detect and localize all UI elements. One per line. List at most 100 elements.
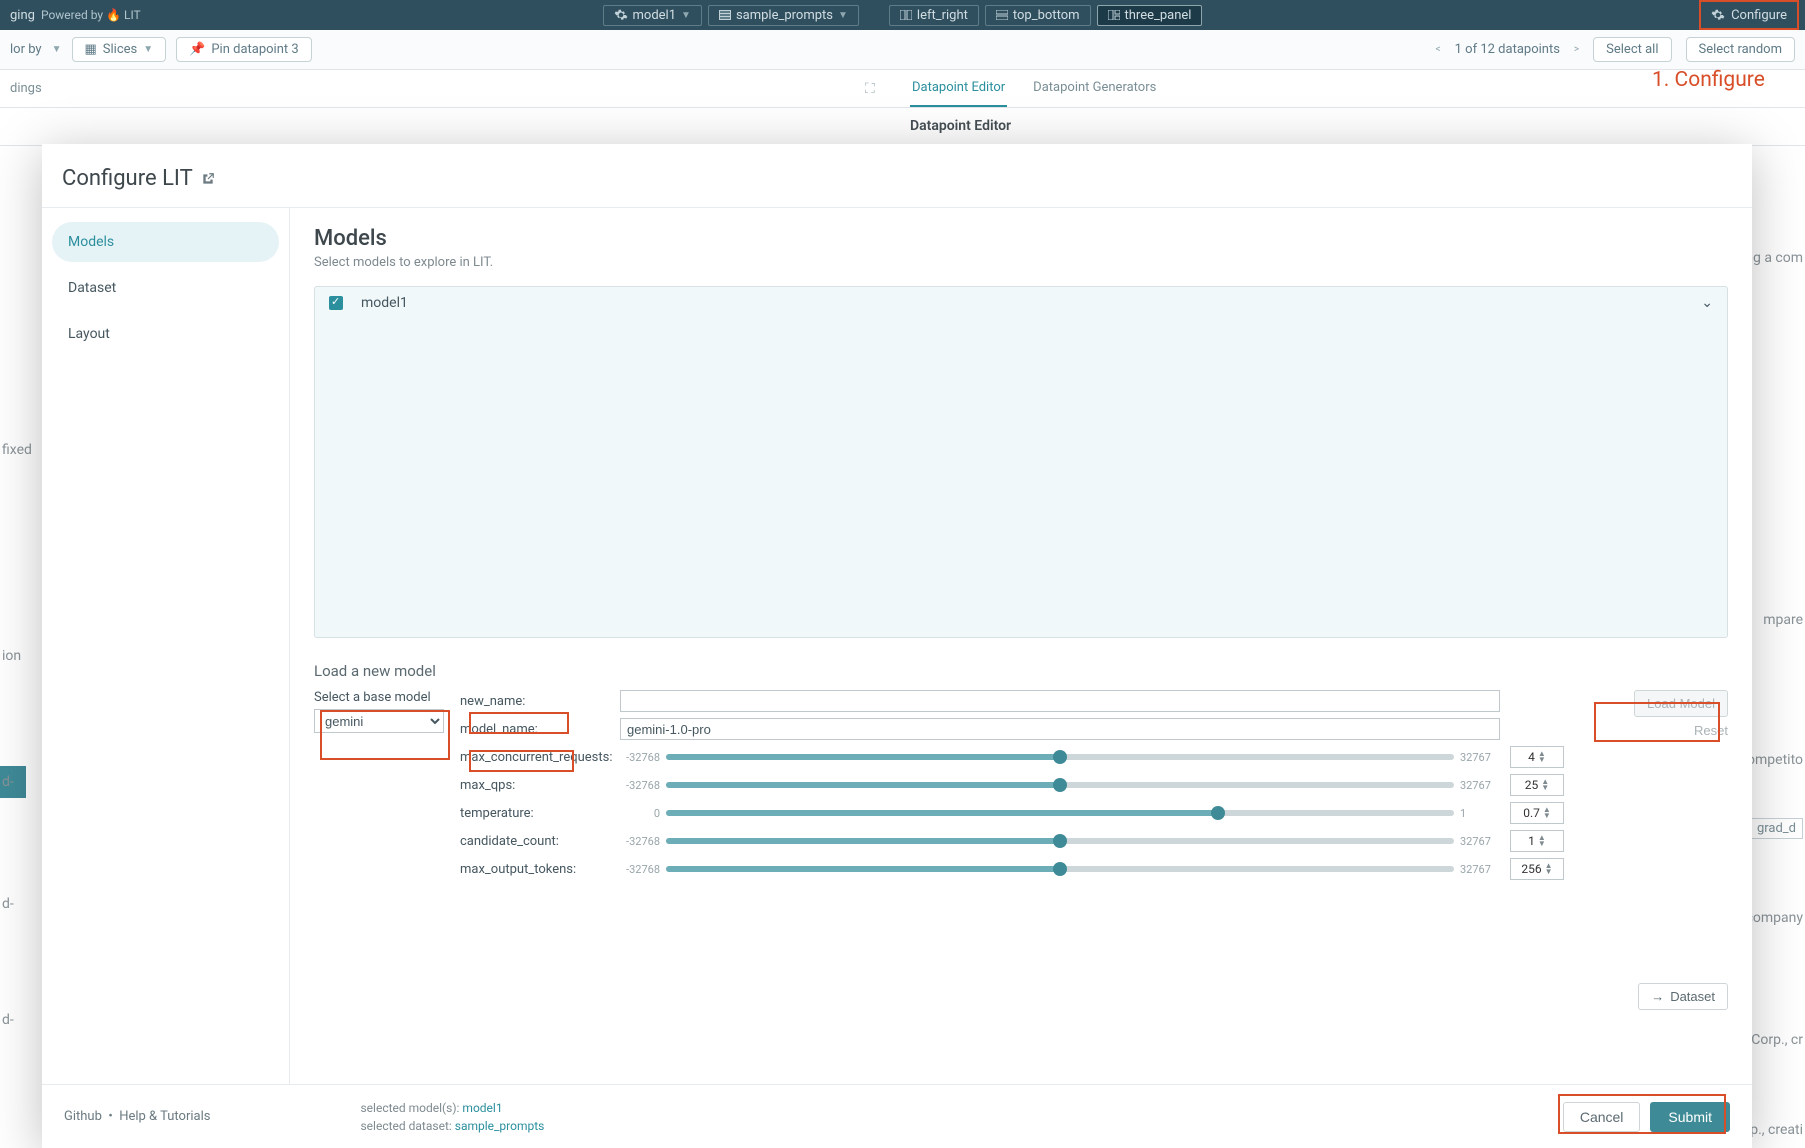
model-name-input[interactable] bbox=[620, 718, 1500, 740]
reset-button[interactable]: Reset bbox=[1694, 723, 1728, 738]
sidebar-item-dataset[interactable]: Dataset bbox=[52, 268, 279, 308]
configure-label: Configure bbox=[1731, 8, 1787, 23]
slider-label: max_concurrent_requests: bbox=[460, 750, 610, 765]
sidebar-item-models[interactable]: Models bbox=[52, 222, 279, 262]
slider[interactable]: 0 1 bbox=[620, 807, 1500, 820]
github-link[interactable]: Github bbox=[64, 1109, 102, 1124]
slider-thumb[interactable] bbox=[1053, 778, 1067, 792]
slider[interactable]: -32768 32767 bbox=[620, 779, 1500, 792]
slider-min: -32768 bbox=[620, 751, 660, 764]
slider-track[interactable] bbox=[666, 810, 1454, 816]
stepper-icon[interactable]: ▲▼ bbox=[1543, 807, 1551, 819]
datapoint-counter: 1 of 12 datapoints bbox=[1455, 42, 1560, 57]
submit-button[interactable]: Submit bbox=[1650, 1102, 1730, 1132]
slider-max: 32767 bbox=[1460, 835, 1500, 848]
model-name-label: model1 bbox=[361, 295, 408, 311]
slider-value-box[interactable]: 0.7 ▲▼ bbox=[1510, 802, 1564, 824]
layout-top-bottom[interactable]: top_bottom bbox=[985, 5, 1091, 26]
arrow-right-icon: → bbox=[1651, 989, 1664, 1004]
slider-label: temperature: bbox=[460, 806, 610, 821]
slider-track[interactable] bbox=[666, 782, 1454, 788]
gear-icon bbox=[614, 8, 628, 22]
app-name-suffix: ging bbox=[10, 8, 35, 23]
tab-datapoint-editor[interactable]: Datapoint Editor bbox=[910, 70, 1007, 107]
pin-icon: 📌 bbox=[189, 42, 205, 57]
select-random-button[interactable]: Select random bbox=[1686, 37, 1796, 62]
slider-value-box[interactable]: 25 ▲▼ bbox=[1510, 774, 1564, 796]
tab-datapoint-generators[interactable]: Datapoint Generators bbox=[1031, 70, 1158, 107]
slider-thumb[interactable] bbox=[1053, 834, 1067, 848]
dataset-chip-label: sample_prompts bbox=[736, 8, 833, 23]
slider-row: max_qps: -32768 32767 25 ▲▼ bbox=[460, 774, 1602, 796]
configure-button[interactable]: Configure bbox=[1699, 0, 1799, 30]
left-panel-label: dings bbox=[10, 81, 42, 96]
stepper-icon[interactable]: ▲▼ bbox=[1538, 751, 1546, 763]
top-bar: ging Powered by 🔥 LIT model1 ▼ sample_pr… bbox=[0, 0, 1805, 30]
new-name-input[interactable] bbox=[620, 690, 1500, 712]
slider-row: max_output_tokens: -32768 32767 256 ▲▼ bbox=[460, 858, 1602, 880]
sidebar-item-layout[interactable]: Layout bbox=[52, 314, 279, 354]
fields-column: new_name: model_name: max_concurrent_req… bbox=[460, 690, 1602, 886]
slider-value-box[interactable]: 256 ▲▼ bbox=[1510, 858, 1564, 880]
slider[interactable]: -32768 32767 bbox=[620, 835, 1500, 848]
layout-tb-icon bbox=[996, 10, 1008, 20]
layout-three-panel[interactable]: three_panel bbox=[1097, 5, 1203, 26]
color-by-label[interactable]: lor by bbox=[10, 42, 42, 57]
field-new-name: new_name: bbox=[460, 690, 1602, 712]
panel-header-bar: Datapoint Editor bbox=[0, 108, 1805, 146]
model-chip[interactable]: model1 ▼ bbox=[603, 5, 702, 26]
external-link-icon[interactable] bbox=[201, 172, 215, 186]
layout-left-right[interactable]: left_right bbox=[889, 5, 979, 26]
select-all-button[interactable]: Select all bbox=[1593, 37, 1671, 62]
model-name-label: model_name: bbox=[460, 722, 610, 737]
chevron-down-icon[interactable]: ⌄ bbox=[1701, 295, 1713, 311]
slider-max: 32767 bbox=[1460, 863, 1500, 876]
selected-dataset: sample_prompts bbox=[455, 1119, 545, 1133]
modal-header: Configure LIT bbox=[42, 144, 1752, 208]
slider-min: 0 bbox=[620, 807, 660, 820]
slider[interactable]: -32768 32767 bbox=[620, 863, 1500, 876]
stepper-icon[interactable]: ▲▼ bbox=[1538, 835, 1546, 847]
base-model-label: Select a base model bbox=[314, 690, 444, 705]
slider-label: max_qps: bbox=[460, 778, 610, 793]
new-name-label: new_name: bbox=[460, 694, 610, 709]
panel-tabs-bar: dings ⛶ Datapoint Editor Datapoint Gener… bbox=[0, 70, 1805, 108]
caret-down-icon: ▼ bbox=[52, 44, 62, 55]
stepper-icon[interactable]: ▲▼ bbox=[1545, 863, 1553, 875]
base-model-select[interactable]: gemini bbox=[314, 709, 444, 733]
pin-button[interactable]: 📌 Pin datapoint 3 bbox=[176, 37, 312, 62]
slider-thumb[interactable] bbox=[1211, 806, 1225, 820]
toolbar: lor by ▼ ▦ Slices ▼ 📌 Pin datapoint 3 < … bbox=[0, 30, 1805, 70]
dataset-chip[interactable]: sample_prompts ▼ bbox=[708, 5, 859, 26]
slider[interactable]: -32768 32767 bbox=[620, 751, 1500, 764]
expand-icon[interactable]: ⛶ bbox=[865, 81, 875, 97]
load-model-button[interactable]: Load Model bbox=[1634, 690, 1728, 717]
slider-value-box[interactable]: 1 ▲▼ bbox=[1510, 830, 1564, 852]
dataset-next-button[interactable]: → Dataset bbox=[1638, 983, 1728, 1010]
caret-down-icon: ▼ bbox=[143, 44, 153, 55]
cancel-button[interactable]: Cancel bbox=[1563, 1102, 1641, 1132]
slider-row: temperature: 0 1 0.7 ▲▼ bbox=[460, 802, 1602, 824]
prev-icon[interactable]: < bbox=[1436, 44, 1441, 55]
next-icon[interactable]: > bbox=[1574, 44, 1579, 55]
slider-track[interactable] bbox=[666, 838, 1454, 844]
model-list: model1 ⌄ bbox=[314, 286, 1728, 638]
model-row[interactable]: model1 ⌄ bbox=[315, 287, 1727, 319]
top-chip-row: model1 ▼ sample_prompts ▼ left_right top… bbox=[603, 5, 1203, 26]
table-icon bbox=[719, 10, 731, 20]
model-chip-label: model1 bbox=[633, 8, 677, 23]
slider-value-box[interactable]: 4 ▲▼ bbox=[1510, 746, 1564, 768]
slider-thumb[interactable] bbox=[1053, 750, 1067, 764]
layout-lr-icon bbox=[900, 10, 912, 20]
selected-models: model1 bbox=[462, 1101, 502, 1115]
stepper-icon[interactable]: ▲▼ bbox=[1541, 779, 1549, 791]
slider-track[interactable] bbox=[666, 754, 1454, 760]
slices-button[interactable]: ▦ Slices ▼ bbox=[72, 37, 167, 62]
slider-thumb[interactable] bbox=[1053, 862, 1067, 876]
powered-by-label: Powered by 🔥 LIT bbox=[41, 8, 141, 22]
model-checkbox[interactable] bbox=[329, 296, 343, 310]
help-link[interactable]: Help & Tutorials bbox=[119, 1109, 210, 1124]
slider-label: candidate_count: bbox=[460, 834, 610, 849]
slider-track[interactable] bbox=[666, 866, 1454, 872]
bg-pill: grad_d bbox=[1750, 818, 1803, 839]
